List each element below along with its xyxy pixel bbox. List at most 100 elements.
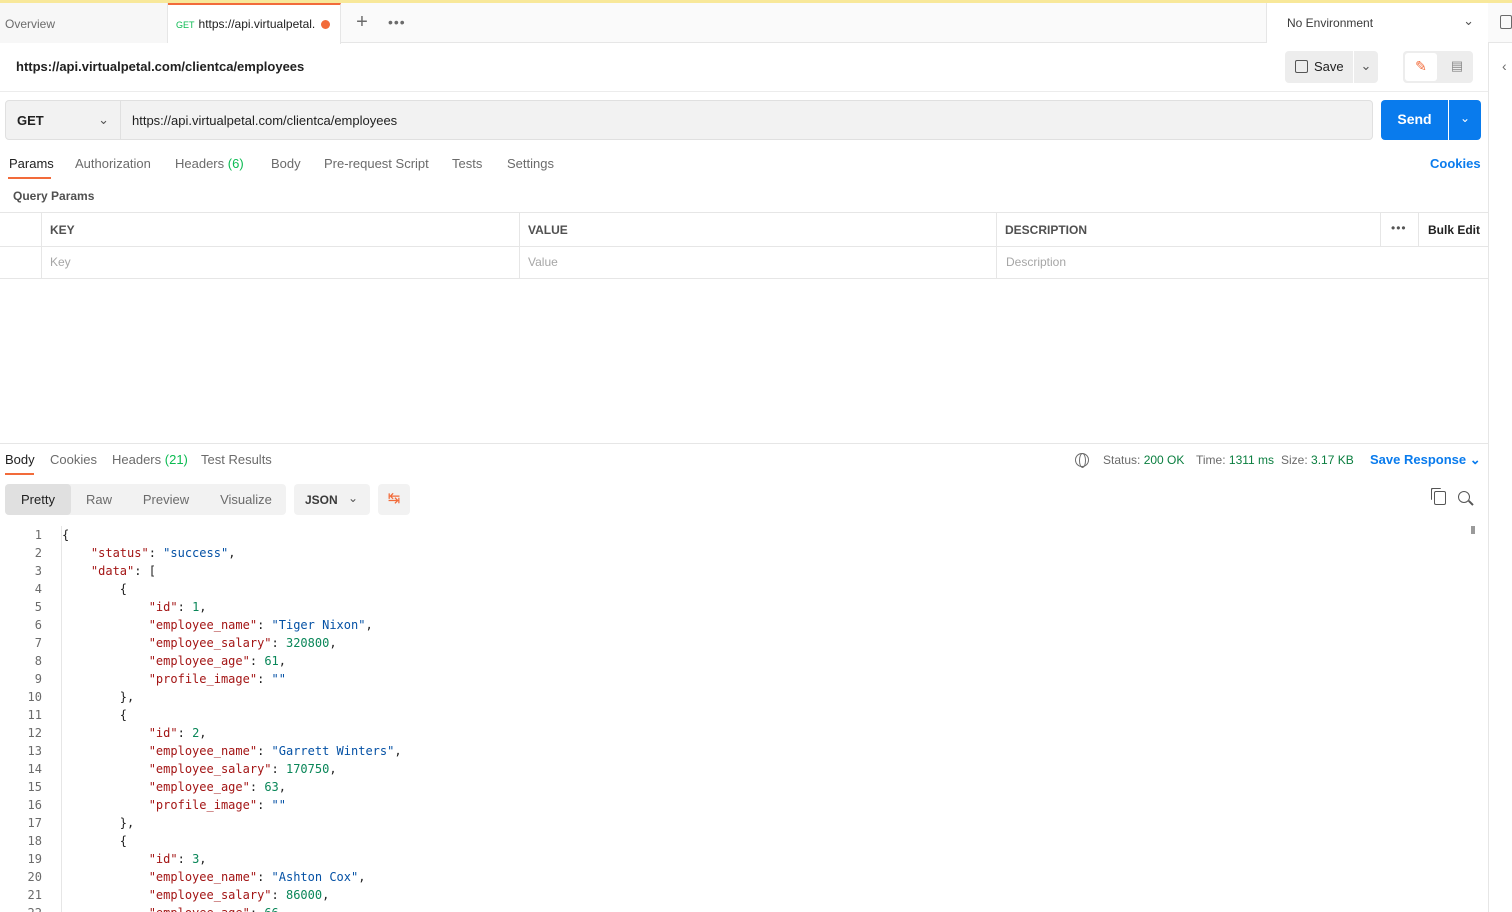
- response-divider[interactable]: [0, 443, 1488, 444]
- mode-pretty[interactable]: Pretty: [5, 484, 71, 515]
- save-dropdown-button[interactable]: ⌄: [1354, 51, 1378, 83]
- tab-title: https://api.virtualpetal.: [198, 17, 316, 31]
- line-number: 19: [27, 852, 42, 866]
- line-number: 15: [27, 780, 42, 794]
- chevron-down-icon: ⌄: [98, 112, 109, 127]
- tab-method: GET: [176, 20, 195, 30]
- search-icon[interactable]: [1458, 491, 1470, 503]
- save-label: Save: [1314, 59, 1344, 74]
- comment-icon[interactable]: ▤: [1443, 53, 1471, 81]
- line-number: 13: [27, 744, 42, 758]
- url-input[interactable]: https://api.virtualpetal.com/clientca/em…: [121, 100, 1373, 140]
- code-text: "id": 3,: [148, 852, 207, 866]
- tab-headers[interactable]: Headers (6): [175, 156, 244, 171]
- line-number: 10: [27, 690, 42, 704]
- code-text: "id": 2,: [148, 726, 207, 740]
- code-text: },: [62, 816, 135, 830]
- code-line: 7 "employee_salary": 320800,: [0, 636, 1470, 654]
- code-text: "employee_name": "Tiger Nixon",: [148, 618, 373, 632]
- tab-params[interactable]: Params: [9, 156, 54, 171]
- tab-settings[interactable]: Settings: [507, 156, 554, 171]
- tab-overview[interactable]: Overview: [0, 3, 168, 43]
- value-input[interactable]: Value: [528, 255, 558, 269]
- response-body-editor[interactable]: 1{2 "status": "success", 3 "data": [4 {5 …: [0, 526, 1470, 912]
- response-tab-cookies[interactable]: Cookies: [50, 452, 97, 467]
- mode-raw[interactable]: Raw: [79, 484, 119, 515]
- code-line: 17 },: [0, 816, 1470, 834]
- tab-request-active[interactable]: GET https://api.virtualpetal.: [168, 3, 341, 44]
- code-text: "employee_salary": 86000,: [148, 888, 330, 902]
- column-divider: [519, 213, 520, 279]
- line-number: 4: [34, 582, 42, 596]
- column-divider: [41, 213, 42, 279]
- key-input[interactable]: Key: [50, 255, 71, 269]
- line-number: 12: [27, 726, 42, 740]
- code-line: 12 "id": 2,: [0, 726, 1470, 744]
- table-more-button[interactable]: •••: [1391, 221, 1407, 235]
- bulk-edit-button[interactable]: Bulk Edit: [1428, 223, 1480, 237]
- wrap-lines-icon[interactable]: ↹: [378, 484, 410, 515]
- globe-icon[interactable]: [1075, 453, 1089, 468]
- tab-body[interactable]: Body: [271, 156, 301, 171]
- code-line: 14 "employee_salary": 170750,: [0, 762, 1470, 780]
- query-params-label: Query Params: [13, 189, 95, 203]
- editor-scrollbar[interactable]: [1468, 524, 1478, 912]
- response-view-modes: Pretty Raw Preview Visualize: [5, 484, 286, 515]
- request-title[interactable]: https://api.virtualpetal.com/clientca/em…: [16, 59, 304, 74]
- format-select[interactable]: JSON ⌄: [294, 484, 370, 515]
- description-input[interactable]: Description: [1006, 255, 1066, 269]
- line-number: 3: [34, 564, 42, 578]
- chevron-down-icon: ⌄: [347, 491, 358, 505]
- code-line: 10 },: [0, 690, 1470, 708]
- tab-tests[interactable]: Tests: [452, 156, 482, 171]
- code-text: {: [62, 528, 70, 542]
- code-text: {: [62, 834, 128, 848]
- tab-pre-request-script[interactable]: Pre-request Script: [324, 156, 429, 171]
- format-value: JSON: [305, 493, 338, 507]
- code-text: },: [62, 690, 135, 704]
- line-number: 17: [27, 816, 42, 830]
- edit-icon[interactable]: ✎: [1405, 53, 1437, 81]
- code-text: "employee_age": 63,: [148, 780, 286, 794]
- code-text: "status": "success",: [90, 546, 236, 560]
- line-number: 16: [27, 798, 42, 812]
- line-number: 9: [34, 672, 42, 686]
- tab-more-button[interactable]: •••: [388, 11, 408, 33]
- cookies-link[interactable]: Cookies: [1430, 156, 1481, 171]
- code-text: "employee_name": "Ashton Cox",: [148, 870, 366, 884]
- collapse-sidebar-icon[interactable]: ‹: [1502, 58, 1507, 74]
- code-line: 13 "employee_name": "Garrett Winters",: [0, 744, 1470, 762]
- scroll-thumb[interactable]: [1471, 526, 1475, 534]
- method-value: GET: [17, 113, 44, 128]
- new-tab-button[interactable]: +: [352, 11, 372, 33]
- code-line: 8 "employee_age": 61,: [0, 654, 1470, 672]
- chevron-down-icon: ⌄: [1469, 452, 1481, 467]
- send-dropdown-button[interactable]: ⌄: [1449, 100, 1481, 140]
- tab-authorization[interactable]: Authorization: [75, 156, 151, 171]
- line-number: 11: [27, 708, 42, 722]
- mode-preview[interactable]: Preview: [137, 484, 195, 515]
- save-response-button[interactable]: Save Response ⌄: [1370, 452, 1481, 468]
- chevron-down-icon: ⌄: [1459, 111, 1471, 125]
- copy-icon[interactable]: [1434, 491, 1446, 505]
- method-select[interactable]: GET ⌄: [5, 100, 121, 140]
- save-button[interactable]: Save: [1285, 51, 1353, 83]
- mode-visualize[interactable]: Visualize: [213, 484, 279, 515]
- response-tab-test-results[interactable]: Test Results: [201, 452, 272, 467]
- code-line: 9 "profile_image": "": [0, 672, 1470, 690]
- query-params-table: KEY VALUE DESCRIPTION ••• Bulk Edit Key …: [0, 212, 1488, 279]
- response-tab-headers[interactable]: Headers (21): [112, 452, 188, 467]
- line-number: 7: [34, 636, 42, 650]
- chevron-down-icon: ⌄: [1360, 58, 1372, 73]
- code-line: 22 "employee_age": 66,: [0, 906, 1470, 912]
- column-divider: [1380, 213, 1381, 246]
- code-text: "employee_salary": 170750,: [148, 762, 337, 776]
- environment-select[interactable]: No Environment ⌄: [1266, 3, 1488, 43]
- code-line: 2 "status": "success",: [0, 546, 1470, 564]
- response-tab-body[interactable]: Body: [5, 452, 35, 467]
- code-text: "employee_age": 66,: [62, 906, 286, 912]
- environment-quick-look-icon[interactable]: [1500, 15, 1512, 29]
- code-line: 19 "id": 3,: [0, 852, 1470, 870]
- send-button[interactable]: Send: [1381, 100, 1448, 140]
- line-number: 1: [34, 528, 42, 542]
